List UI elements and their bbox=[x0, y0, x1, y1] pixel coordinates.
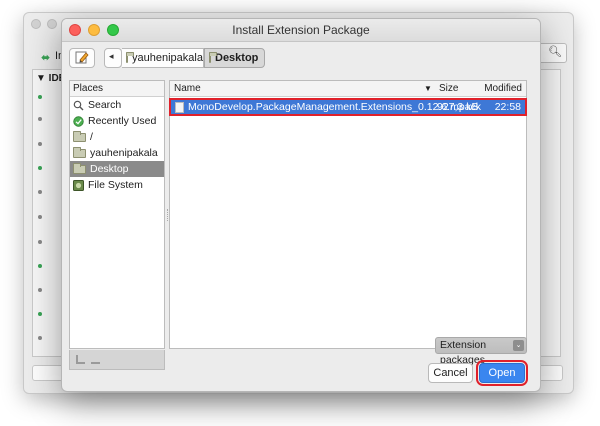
place-label: Recently Used bbox=[88, 115, 157, 127]
recent-icon bbox=[73, 115, 84, 127]
file-row-selected[interactable]: MonoDevelop.PackageManagement.Extensions… bbox=[169, 98, 527, 116]
status-dot-icon bbox=[38, 240, 42, 244]
status-dot-icon bbox=[38, 288, 42, 292]
dialog-title: Install Extension Package bbox=[232, 23, 370, 37]
folder-icon bbox=[126, 51, 134, 63]
folder-icon bbox=[73, 130, 86, 142]
place-recently-used[interactable]: Recently Used bbox=[70, 113, 164, 129]
status-dot-icon bbox=[38, 312, 42, 316]
file-size: 927,3 kB bbox=[437, 101, 479, 113]
places-sidebar: Places Search Recently Used / yauhenipak… bbox=[69, 80, 165, 349]
breadcrumb-home[interactable]: yauhenipakala bbox=[122, 48, 204, 68]
extension-icon: ⬌ bbox=[41, 52, 51, 64]
install-extension-dialog: Install Extension Package ◂ yauhenipakal… bbox=[61, 18, 541, 392]
breadcrumb-desktop[interactable]: Desktop bbox=[204, 48, 265, 68]
column-size[interactable]: Size bbox=[439, 81, 458, 96]
column-name[interactable]: Name bbox=[174, 81, 201, 96]
sort-descending-icon: ▼ bbox=[424, 84, 432, 93]
status-dot-icon bbox=[38, 190, 42, 194]
open-button[interactable]: Open bbox=[476, 360, 528, 386]
add-place-icon[interactable] bbox=[76, 355, 85, 364]
filter-label: Extension packages bbox=[440, 339, 487, 366]
folder-icon bbox=[73, 162, 86, 174]
places-header: Places bbox=[70, 81, 164, 97]
search-icon: 🔍︎ bbox=[548, 46, 562, 58]
arrow-left-icon: ◂ bbox=[109, 51, 114, 61]
status-dot-icon bbox=[38, 166, 42, 170]
folder-icon bbox=[209, 51, 217, 63]
status-dot-icon bbox=[38, 117, 42, 121]
path-back-button[interactable]: ◂ bbox=[104, 48, 122, 68]
place-label: Search bbox=[88, 99, 122, 111]
place-home[interactable]: yauhenipakala bbox=[70, 145, 164, 161]
column-modified[interactable]: Modified bbox=[484, 81, 522, 96]
place-file-system[interactable]: File System bbox=[70, 177, 164, 193]
file-list: Name ▼ Size Modified MonoDevelop.Package… bbox=[169, 80, 527, 349]
pencil-icon bbox=[75, 51, 89, 64]
status-dot-icon bbox=[38, 336, 42, 340]
type-location-button[interactable] bbox=[69, 48, 95, 68]
breadcrumb-home-label: yauhenipakala bbox=[132, 52, 203, 64]
document-icon bbox=[175, 102, 184, 113]
drive-icon bbox=[73, 179, 84, 191]
place-label: Desktop bbox=[90, 163, 129, 175]
places-footer bbox=[69, 350, 165, 370]
chevron-down-icon: ⌄ bbox=[513, 340, 524, 351]
place-label: yauhenipakala bbox=[90, 147, 158, 159]
background-left-button[interactable] bbox=[32, 365, 64, 381]
status-dot-icon bbox=[38, 142, 42, 146]
dialog-titlebar: Install Extension Package bbox=[62, 19, 540, 42]
file-list-header: Name ▼ Size Modified bbox=[170, 81, 526, 97]
remove-place-icon[interactable] bbox=[91, 362, 100, 364]
file-type-filter[interactable]: Extension packages ⌄ bbox=[435, 337, 527, 366]
place-root[interactable]: / bbox=[70, 129, 164, 145]
breadcrumb-desktop-label: Desktop bbox=[215, 52, 259, 64]
status-dot-icon bbox=[38, 95, 42, 99]
background-close-icon bbox=[31, 19, 41, 29]
file-modified: 22:58 bbox=[494, 101, 521, 113]
place-desktop[interactable]: Desktop bbox=[70, 161, 164, 177]
status-dot-icon bbox=[38, 215, 42, 219]
place-label: / bbox=[90, 131, 93, 143]
background-minimize-icon bbox=[47, 19, 57, 29]
cancel-button[interactable]: Cancel bbox=[428, 363, 473, 383]
place-label: File System bbox=[88, 179, 143, 191]
folder-icon bbox=[73, 146, 86, 158]
magnifier-icon bbox=[73, 100, 84, 110]
status-dot-icon bbox=[38, 264, 42, 268]
place-search[interactable]: Search bbox=[70, 97, 164, 113]
